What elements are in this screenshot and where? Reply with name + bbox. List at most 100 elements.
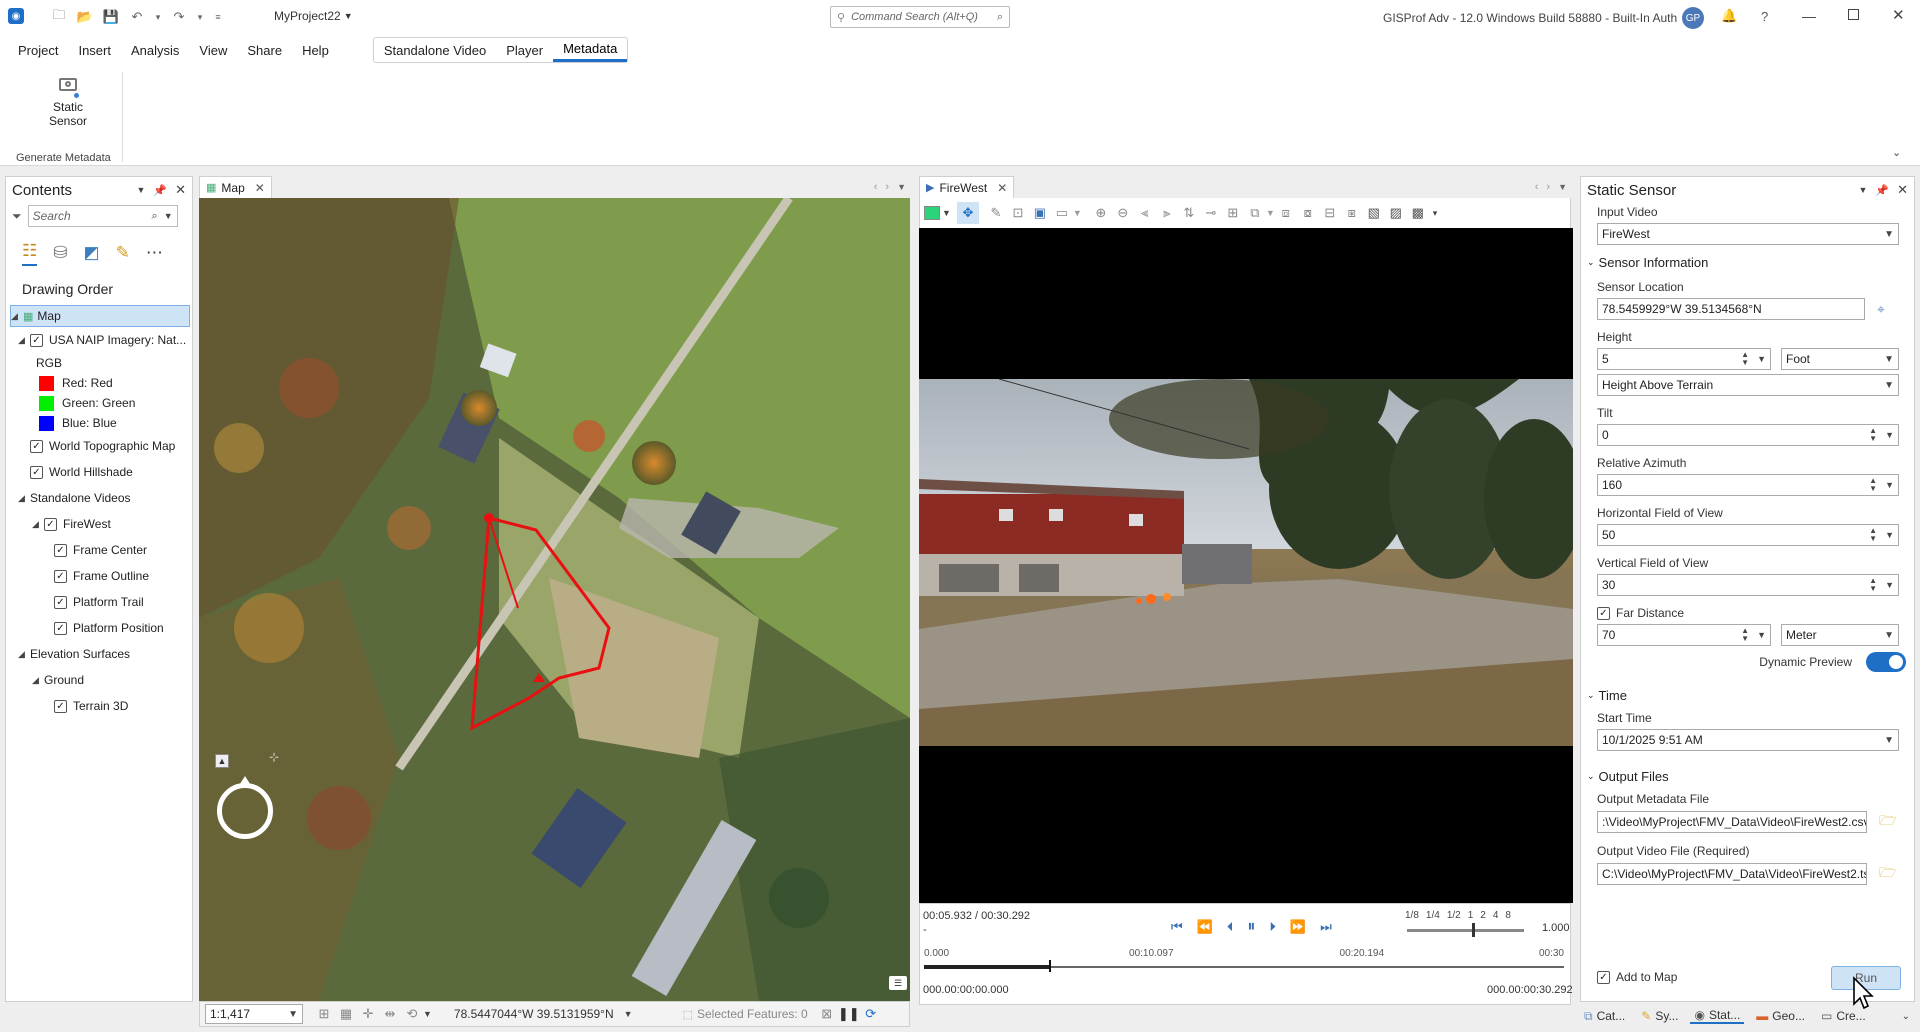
output-metadata-input[interactable]: :\Video\MyProject\FMV_Data\Video\FireWes…: [1597, 811, 1867, 833]
frame-grid-icon[interactable]: ⊟: [1319, 202, 1341, 224]
graphic-tool-icon[interactable]: ⊞: [1222, 202, 1244, 224]
list-by-selection-icon[interactable]: ◩: [84, 243, 100, 263]
filter-icon[interactable]: ⏷: [12, 209, 22, 224]
platform-position-checkbox[interactable]: ✓: [54, 621, 67, 635]
scroll-left-icon[interactable]: ‹: [1535, 181, 1539, 193]
grid-icon[interactable]: ▦: [335, 1003, 357, 1025]
screenshot-icon[interactable]: ▨: [1385, 202, 1407, 224]
restore-icon[interactable]: [1848, 9, 1859, 20]
hfov-stepper[interactable]: ▲ ▼: [1869, 527, 1877, 543]
skip-end-icon[interactable]: ⏭: [1320, 919, 1332, 935]
hillshade-checkbox[interactable]: ✓: [30, 465, 43, 479]
navigator-toggle-icon[interactable]: ▲: [215, 754, 229, 768]
catalog-tab[interactable]: ⧉ Cat...: [1580, 1009, 1629, 1024]
list-by-editing-icon[interactable]: ✎: [116, 243, 130, 263]
tree-item-platform-position[interactable]: ✓ Platform Position: [6, 615, 192, 641]
coordinate-format-dropdown-icon[interactable]: ▼: [624, 1009, 633, 1019]
skip-start-icon[interactable]: ⏮: [1171, 919, 1183, 935]
measure-icon[interactable]: ⇹: [379, 1003, 401, 1025]
start-time-dropdown[interactable]: 10/1/2025 9:51 AM ▼: [1597, 729, 1899, 751]
tree-item-platform-trail[interactable]: ✓ Platform Trail: [6, 589, 192, 615]
tab-standalone-video[interactable]: Standalone Video: [374, 38, 496, 62]
export-icon[interactable]: ⧇: [1297, 202, 1319, 224]
scroll-right-icon[interactable]: ›: [1546, 181, 1550, 193]
tree-item-standalone-videos[interactable]: ◢ Standalone Videos: [6, 485, 192, 511]
rotate-icon[interactable]: ⟲: [401, 1003, 423, 1025]
scroll-left-icon[interactable]: ‹: [874, 181, 878, 193]
close-icon[interactable]: ✕: [1892, 6, 1905, 24]
dynamic-preview-toggle[interactable]: [1866, 652, 1906, 672]
fixed-zoom-icon[interactable]: ⊞: [313, 1003, 335, 1025]
output-video-input[interactable]: C:\Video\MyProject\FMV_Data\Video\FireWe…: [1597, 863, 1867, 885]
height-stepper[interactable]: ▲ ▼: [1741, 351, 1749, 367]
step-back-icon[interactable]: ⏴: [1227, 919, 1234, 935]
tab-list-icon[interactable]: ▼: [897, 182, 906, 192]
toolbar-overflow-icon[interactable]: ▾: [1433, 208, 1438, 219]
map-canvas[interactable]: ▲ ⊹ ☰: [199, 198, 910, 1001]
tree-item-terrain[interactable]: ✓ Terrain 3D: [6, 693, 192, 719]
hfov-dropdown-icon[interactable]: ▼: [1885, 530, 1894, 540]
refresh-icon[interactable]: ⟳: [860, 1003, 882, 1025]
far-unit-dropdown[interactable]: Meter ▼: [1781, 624, 1899, 646]
topo-checkbox[interactable]: ✓: [30, 439, 43, 453]
tree-item-frame-center[interactable]: ✓ Frame Center: [6, 537, 192, 563]
create-tab[interactable]: ▭ Cre...: [1817, 1009, 1870, 1023]
snapping-icon[interactable]: ✛: [357, 1003, 379, 1025]
close-video-tab-icon[interactable]: ✕: [997, 181, 1007, 195]
vfov-input[interactable]: 30 ▲ ▼ ▼: [1597, 574, 1899, 596]
far-stepper[interactable]: ▲ ▼: [1741, 627, 1749, 643]
zoom-in-icon[interactable]: ⊕: [1090, 202, 1112, 224]
naip-checkbox[interactable]: ✓: [30, 333, 43, 347]
menu-view[interactable]: View: [189, 34, 237, 66]
new-project-icon[interactable]: 🗀: [48, 6, 70, 28]
browse-folder-icon[interactable]: 🗁: [1879, 810, 1896, 834]
menu-project[interactable]: Project: [8, 34, 68, 66]
pan-tool-icon[interactable]: ✥: [956, 202, 979, 224]
list-by-source-icon[interactable]: ⛁: [53, 243, 67, 263]
height-input[interactable]: 5 ▲ ▼ ▼: [1597, 348, 1771, 370]
menu-help[interactable]: Help: [292, 34, 339, 66]
color-picker-button[interactable]: [924, 206, 940, 220]
frame-center-checkbox[interactable]: ✓: [54, 543, 67, 557]
tree-item-frame-outline[interactable]: ✓ Frame Outline: [6, 563, 192, 589]
far-distance-input[interactable]: 70 ▲ ▼ ▼: [1597, 624, 1771, 646]
add-to-map-checkbox[interactable]: ✓: [1597, 970, 1610, 984]
undo-dropdown-icon[interactable]: ▾: [152, 6, 164, 28]
static-sensor-button[interactable]: Static Sensor: [14, 74, 122, 140]
save-project-icon[interactable]: 💾: [100, 6, 122, 28]
tree-item-elevation-surfaces[interactable]: ◢ Elevation Surfaces: [6, 641, 192, 667]
contents-search-input[interactable]: Search ⌕ ▼: [27, 205, 178, 227]
redo-dropdown-icon[interactable]: ▾: [194, 6, 206, 28]
more-options-icon[interactable]: ⋯: [146, 243, 163, 263]
bookmark-icon[interactable]: ⊡: [1007, 202, 1029, 224]
input-video-dropdown[interactable]: FireWest ▼: [1597, 223, 1899, 245]
speed-slider-thumb[interactable]: [1472, 923, 1475, 937]
frame-outline-checkbox[interactable]: ✓: [54, 569, 67, 583]
align-left-icon[interactable]: ⫷: [1134, 202, 1156, 224]
image-icon[interactable]: ▧: [1363, 202, 1385, 224]
align-right-icon[interactable]: ⫸: [1156, 202, 1178, 224]
video-frame[interactable]: [919, 228, 1573, 903]
sensor-location-input[interactable]: 78.5459929°W 39.5134568°N: [1597, 298, 1865, 320]
timeline-thumb[interactable]: [1049, 960, 1052, 972]
tree-item-topo[interactable]: ✓ World Topographic Map: [6, 433, 192, 459]
capture-frame-icon[interactable]: ▣: [1029, 202, 1051, 224]
draw-tool-icon[interactable]: ✎: [985, 202, 1007, 224]
map-notes-icon[interactable]: ☰: [889, 976, 907, 990]
fast-forward-icon[interactable]: ⏩: [1290, 919, 1306, 935]
command-search-box[interactable]: ⚲ Command Search (Alt+Q) ⌕: [830, 6, 1010, 28]
open-project-icon[interactable]: 📂: [74, 6, 96, 28]
tilt-input[interactable]: 0 ▲ ▼ ▼: [1597, 424, 1899, 446]
layer-dropdown-icon[interactable]: ▼: [1266, 208, 1275, 218]
sync-icon[interactable]: ⇅: [1178, 202, 1200, 224]
symbology-tab[interactable]: ✎ Sy...: [1637, 1009, 1682, 1023]
redo-icon[interactable]: ↷: [168, 6, 190, 28]
vfov-stepper[interactable]: ▲ ▼: [1869, 577, 1877, 593]
tree-item-map[interactable]: ◢ ▦ Map: [10, 305, 190, 327]
undo-icon[interactable]: ↶: [126, 6, 148, 28]
pane-options-icon[interactable]: ▼: [1858, 185, 1867, 195]
output-files-section[interactable]: ⌄ Output Files: [1587, 769, 1906, 784]
time-section[interactable]: ⌄ Time: [1587, 688, 1906, 703]
pin-icon[interactable]: 📌: [1875, 184, 1889, 197]
tree-item-firewest[interactable]: ◢ ✓ FireWest: [6, 511, 192, 537]
